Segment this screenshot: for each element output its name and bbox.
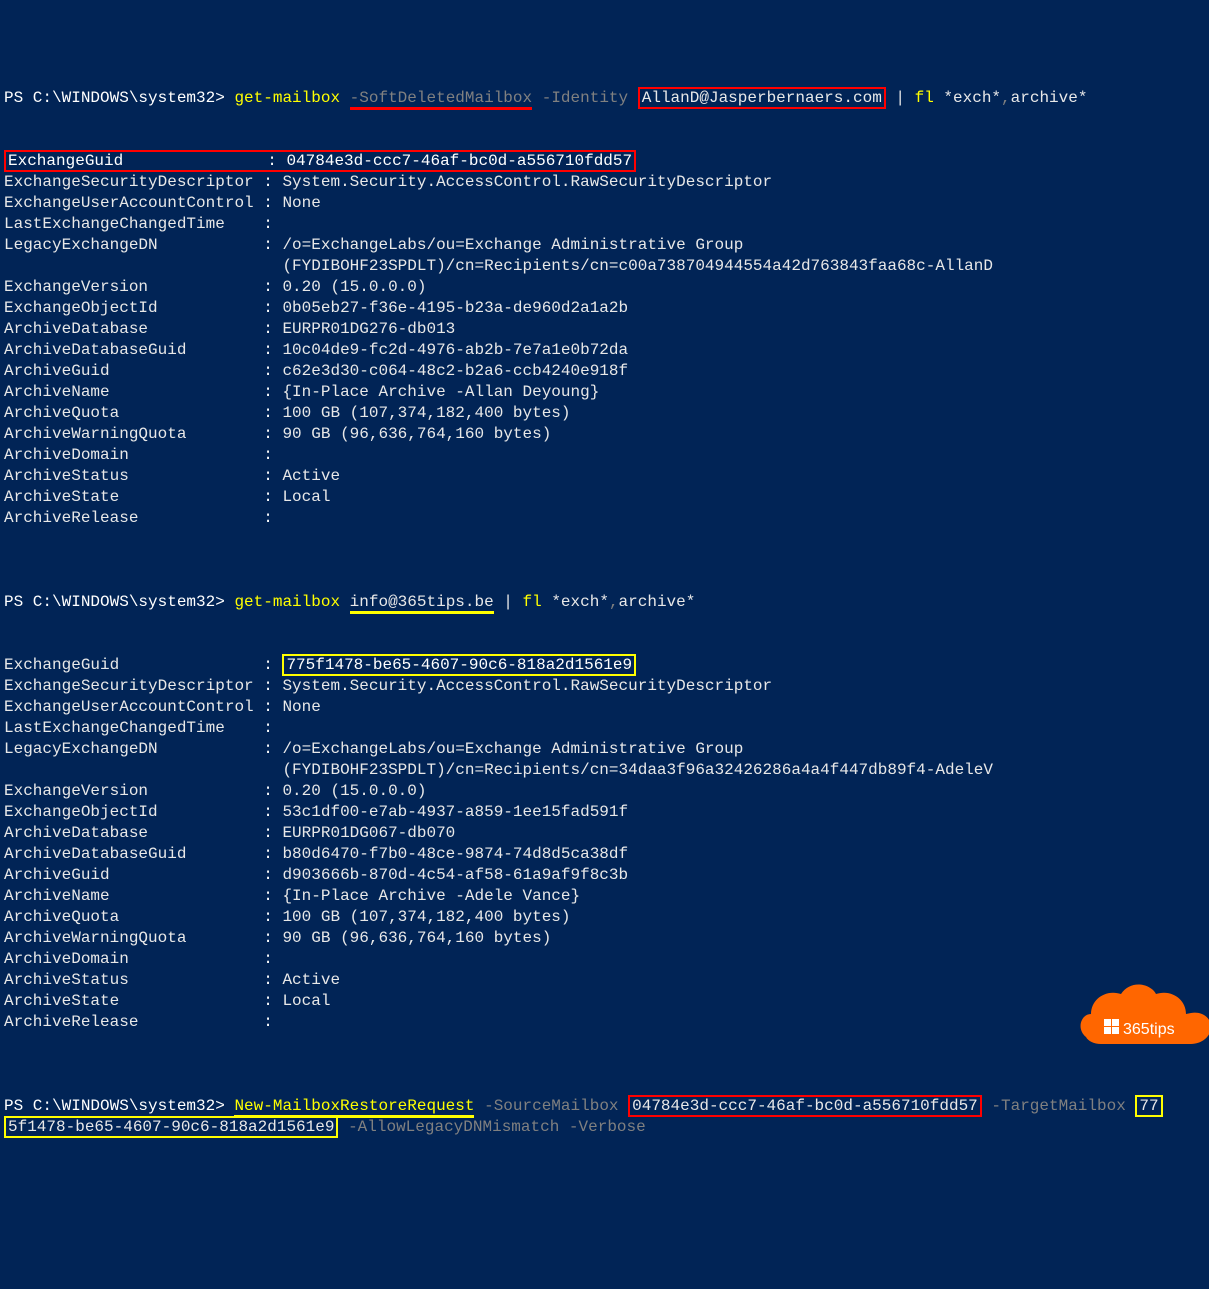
property-continuation: (FYDIBOHF23SPDLT)/cn=Recipients/cn=c00a7… <box>4 256 1205 277</box>
property-row: ArchiveQuota : 100 GB (107,374,182,400 b… <box>4 907 1205 928</box>
property-row: ArchiveQuota : 100 GB (107,374,182,400 b… <box>4 403 1205 424</box>
command-line-3-cont: 5f1478-be65-4607-90c6-818a2d1561e9 -Allo… <box>4 1117 1205 1138</box>
property-row: ArchiveDatabase : EURPR01DG067-db070 <box>4 823 1205 844</box>
property-row: ExchangeSecurityDescriptor : System.Secu… <box>4 172 1205 193</box>
property-row: LastExchangeChangedTime : <box>4 214 1205 235</box>
logo-text: 365tips <box>1123 1021 1175 1038</box>
property-continuation: (FYDIBOHF23SPDLT)/cn=Recipients/cn=34daa… <box>4 760 1205 781</box>
identity-value-1: AllanD@Jasperbernaers.com <box>638 87 886 109</box>
property-row: ArchiveDatabase : EURPR01DG276-db013 <box>4 319 1205 340</box>
property-row: ArchiveStatus : Active <box>4 970 1205 991</box>
property-row: ExchangeUserAccountControl : None <box>4 193 1205 214</box>
property-row: ArchiveDatabaseGuid : 10c04de9-fc2d-4976… <box>4 340 1205 361</box>
property-row: ExchangeGuid : 775f1478-be65-4607-90c6-8… <box>4 655 1205 676</box>
property-row: ArchiveDomain : <box>4 949 1205 970</box>
property-row: ArchiveName : {In-Place Archive -Adele V… <box>4 886 1205 907</box>
property-row: ExchangeObjectId : 0b05eb27-f36e-4195-b2… <box>4 298 1205 319</box>
command-line-2: PS C:\WINDOWS\system32> get-mailbox info… <box>4 592 1205 613</box>
property-row: ExchangeObjectId : 53c1df00-e7ab-4937-a8… <box>4 802 1205 823</box>
property-row: ArchiveGuid : c62e3d30-c064-48c2-b2a6-cc… <box>4 361 1205 382</box>
property-row: ArchiveState : Local <box>4 487 1205 508</box>
property-row: ArchiveWarningQuota : 90 GB (96,636,764,… <box>4 424 1205 445</box>
powershell-terminal[interactable]: PS C:\WINDOWS\system32> get-mailbox -Sof… <box>4 88 1205 1138</box>
property-row: LastExchangeChangedTime : <box>4 718 1205 739</box>
property-row: ExchangeUserAccountControl : None <box>4 697 1205 718</box>
property-row: ArchiveStatus : Active <box>4 466 1205 487</box>
property-row: LegacyExchangeDN : /o=ExchangeLabs/ou=Ex… <box>4 235 1205 256</box>
command-line-3: PS C:\WINDOWS\system32> New-MailboxResto… <box>4 1096 1205 1117</box>
property-row: ExchangeVersion : 0.20 (15.0.0.0) <box>4 781 1205 802</box>
identity-value-2: info@365tips.be <box>350 593 494 614</box>
source-mailbox-guid: 04784e3d-ccc7-46af-bc0d-a556710fdd57 <box>628 1095 982 1117</box>
property-row: ExchangeVersion : 0.20 (15.0.0.0) <box>4 277 1205 298</box>
site-logo: 365tips <box>1057 958 1197 1056</box>
property-row: ArchiveWarningQuota : 90 GB (96,636,764,… <box>4 928 1205 949</box>
property-row: ExchangeSecurityDescriptor : System.Secu… <box>4 676 1205 697</box>
property-row: ArchiveRelease : <box>4 508 1205 529</box>
property-row: ArchiveState : Local <box>4 991 1205 1012</box>
property-row: ArchiveGuid : d903666b-870d-4c54-af58-61… <box>4 865 1205 886</box>
property-row: LegacyExchangeDN : /o=ExchangeLabs/ou=Ex… <box>4 739 1205 760</box>
property-row: ExchangeGuid : 04784e3d-ccc7-46af-bc0d-a… <box>4 151 1205 172</box>
command-line-1: PS C:\WINDOWS\system32> get-mailbox -Sof… <box>4 88 1205 109</box>
property-row: ArchiveDomain : <box>4 445 1205 466</box>
property-row: ArchiveName : {In-Place Archive -Allan D… <box>4 382 1205 403</box>
property-row: ArchiveDatabaseGuid : b80d6470-f7b0-48ce… <box>4 844 1205 865</box>
property-row: ArchiveRelease : <box>4 1012 1205 1033</box>
target-mailbox-guid: 5f1478-be65-4607-90c6-818a2d1561e9 <box>4 1116 338 1138</box>
